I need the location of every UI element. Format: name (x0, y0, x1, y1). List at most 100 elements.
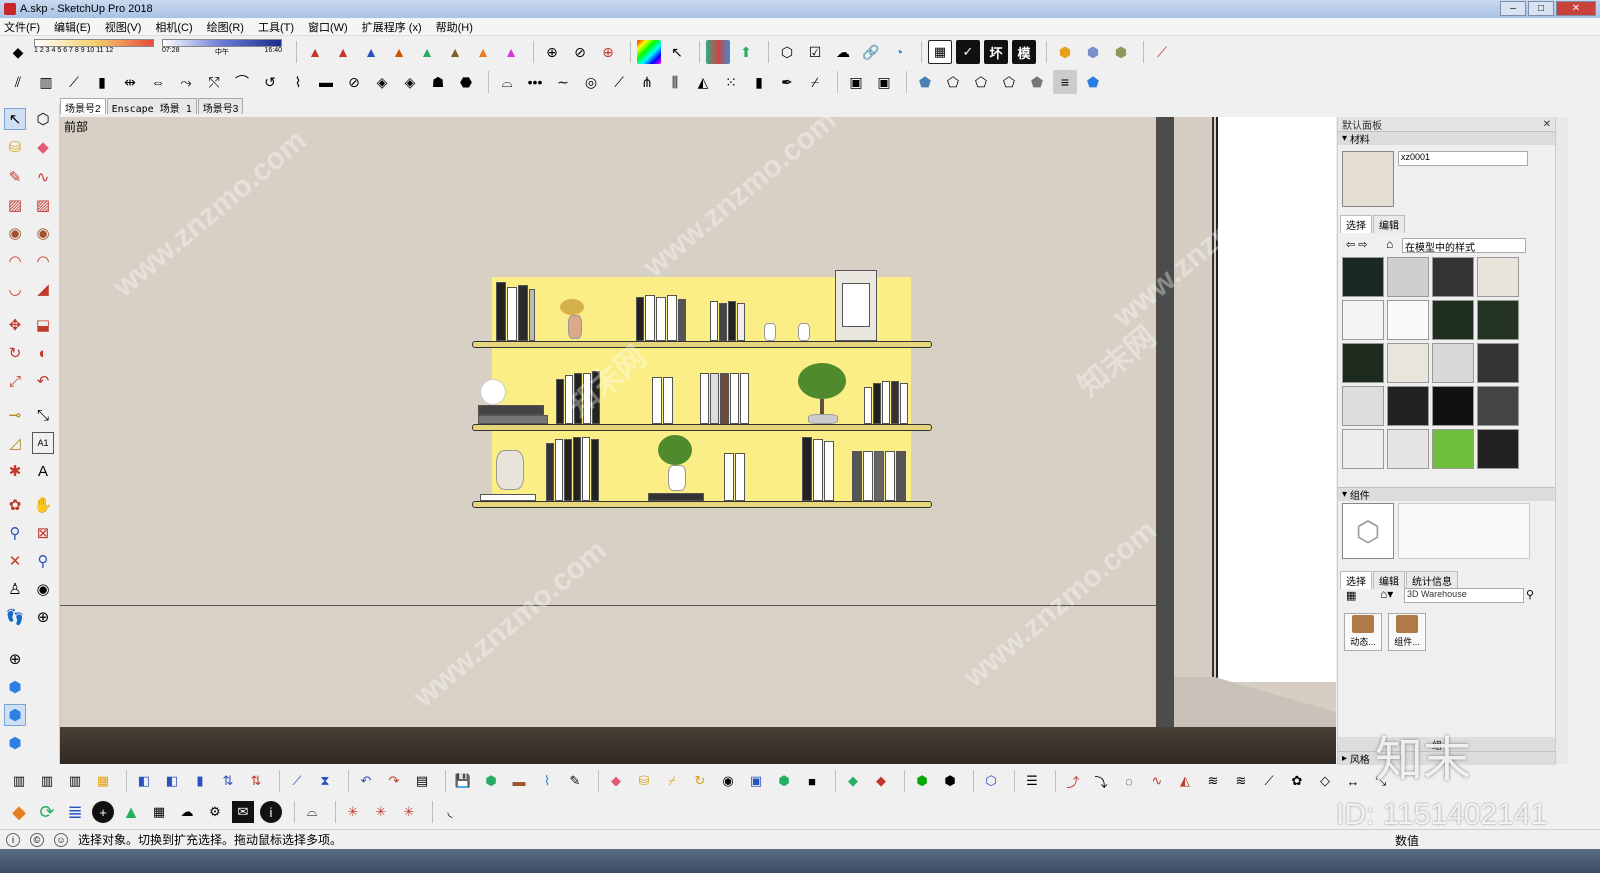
material-swatch[interactable] (1477, 257, 1519, 297)
fence-icon[interactable]: ⫼ (663, 70, 687, 94)
protractor-icon[interactable]: ◿ (4, 432, 26, 454)
material-swatch[interactable] (1432, 257, 1474, 297)
polygon-icon[interactable]: ◉ (32, 222, 54, 244)
enscape-logo-icon[interactable]: ◆ (8, 801, 30, 823)
materials-section-header[interactable]: ▾ 材料 (1338, 131, 1555, 146)
tab-edit[interactable]: 编辑 (1373, 215, 1405, 233)
material-swatch[interactable] (1387, 257, 1429, 297)
shaded-texture-icon[interactable]: ⬟ (1025, 70, 1049, 94)
pie-icon[interactable]: ◢ (32, 278, 54, 300)
material-swatch[interactable] (1432, 300, 1474, 340)
line-measure-icon[interactable]: ⟋ (286, 770, 308, 792)
comp-tab-stats[interactable]: 统计信息 (1406, 571, 1458, 589)
color-grid-icon[interactable] (706, 40, 730, 64)
tab-select[interactable]: 选择 (1340, 215, 1372, 233)
minimize-button[interactable]: – (1500, 1, 1526, 16)
push-tool-icon[interactable]: ▲ (303, 40, 327, 64)
mo-button[interactable]: 模 (1012, 40, 1036, 64)
material-swatch[interactable] (1432, 386, 1474, 426)
plank-icon[interactable]: ▬ (314, 70, 338, 94)
walk-icon[interactable]: 👣 (4, 606, 26, 628)
save-icon[interactable]: 💾 (452, 770, 474, 792)
menu-edit[interactable]: 编辑(E) (54, 19, 91, 35)
tree-icon[interactable]: ▲ (120, 801, 142, 823)
edge-tool-icon[interactable]: ⟋ (1258, 770, 1280, 792)
section-icon[interactable]: ⊘ (568, 40, 592, 64)
curve-split-icon[interactable]: ⤲ (202, 70, 226, 94)
table-icon[interactable]: ▦ (928, 40, 952, 64)
box-green-icon[interactable]: ⬢ (1109, 40, 1133, 64)
material-swatch[interactable] (1477, 343, 1519, 383)
zoom-extents-icon[interactable]: ✕ (4, 550, 26, 572)
arc-line-icon[interactable]: ⌓ (301, 801, 323, 823)
move-icon[interactable]: ✥ (4, 314, 26, 336)
material-swatch[interactable] (1387, 386, 1429, 426)
flip-f-icon[interactable]: ▲ (499, 40, 523, 64)
person-icon[interactable]: ☗ (426, 70, 450, 94)
layers-icon[interactable]: ◈ (370, 70, 394, 94)
wood-icon[interactable]: ▬ (508, 770, 530, 792)
settings-list-icon[interactable]: ≣ (64, 801, 86, 823)
material-swatch[interactable] (1342, 429, 1384, 469)
view-options-icon[interactable]: ▦ (1346, 589, 1356, 602)
position-camera-icon[interactable]: ♙ (4, 578, 26, 600)
huai-button[interactable]: 坏 (984, 40, 1008, 64)
sync-icon[interactable]: ⟳ (36, 801, 58, 823)
menu-extensions[interactable]: 扩展程序 (x) (362, 19, 422, 35)
fillet-icon[interactable]: ◌ (1118, 770, 1140, 792)
layer-stack-icon[interactable]: ≋ (1202, 770, 1224, 792)
eraser-icon[interactable]: ◆ (6, 40, 30, 64)
user-icon[interactable]: ☺ (54, 832, 68, 847)
info-status-icon[interactable]: i (6, 832, 20, 847)
cloud-upload-icon[interactable]: ☁ (176, 801, 198, 823)
collection-select[interactable]: 在模型中的样式 (1402, 238, 1526, 254)
credits-icon[interactable]: © (30, 832, 44, 847)
color-wheel-icon[interactable]: ◔ (887, 40, 911, 64)
text-tool-icon[interactable]: A1 (32, 432, 54, 454)
phone-icon[interactable]: ▣ (844, 70, 868, 94)
material-swatch[interactable] (1342, 343, 1384, 383)
extend-icon[interactable]: ⤵ (1090, 770, 1112, 792)
orbit-icon[interactable]: ✿ (4, 494, 26, 516)
network-icon[interactable]: ✳ (342, 801, 364, 823)
green-stack-icon[interactable]: ⬢ (911, 770, 933, 792)
material-preview[interactable] (1342, 151, 1394, 207)
material-palette-icon[interactable] (637, 40, 661, 64)
pipe-bend-icon[interactable]: ◟ (439, 801, 461, 823)
knife-icon[interactable]: ⟋ (607, 70, 631, 94)
curve-tool-icon[interactable]: ⤳ (174, 70, 198, 94)
zoom-icon[interactable]: ⚲ (4, 522, 26, 544)
nav-back-forward-icon[interactable]: ⇦ ⇨ (1346, 238, 1368, 251)
rotate-n-icon[interactable]: ▲ (443, 40, 467, 64)
wire-cube-icon[interactable]: ⬡ (980, 770, 1002, 792)
pan-icon[interactable]: ✋ (32, 494, 54, 516)
ramp-icon[interactable]: ⟋ (62, 70, 86, 94)
subdivide-icon[interactable]: ◇ (1314, 770, 1336, 792)
close-button[interactable]: ✕ (1556, 1, 1596, 16)
material-swatch[interactable] (1342, 257, 1384, 297)
cube-top-icon[interactable]: ⬢ (4, 732, 26, 754)
mail-icon[interactable]: ✉ (232, 801, 254, 823)
tray-scrollbar[interactable] (1555, 117, 1568, 764)
stack-icon[interactable]: ⬢ (939, 770, 961, 792)
view-iso-icon[interactable]: ▥ (8, 770, 30, 792)
home-icon[interactable]: ⌂ (1386, 237, 1393, 251)
layers-alt-icon[interactable]: ◈ (398, 70, 422, 94)
weld-icon[interactable]: ⌇ (286, 70, 310, 94)
polyline-icon[interactable]: ⟋ (1150, 40, 1174, 64)
follow-me-icon[interactable]: ◐ (32, 342, 54, 364)
network2-icon[interactable]: ✳ (370, 801, 392, 823)
material-swatch[interactable] (1342, 300, 1384, 340)
menu-tools[interactable]: 工具(T) (258, 19, 294, 35)
pencil-small-icon[interactable]: ✎ (564, 770, 586, 792)
eraser-tool-icon[interactable]: ◆ (32, 136, 54, 158)
undo-icon[interactable]: ↶ (355, 770, 377, 792)
pen-icon[interactable]: ✒ (775, 70, 799, 94)
block-icon[interactable]: ▮ (747, 70, 771, 94)
pipe-icon[interactable]: ⊘ (342, 70, 366, 94)
cube-iso-icon[interactable]: ⬢ (4, 676, 26, 698)
checkbox-icon[interactable]: ☑ (803, 40, 827, 64)
stairs-icon[interactable]: ⫽ (6, 70, 30, 94)
spring-icon[interactable]: ⌇ (536, 770, 558, 792)
grid-icon[interactable]: ▥ (34, 70, 58, 94)
